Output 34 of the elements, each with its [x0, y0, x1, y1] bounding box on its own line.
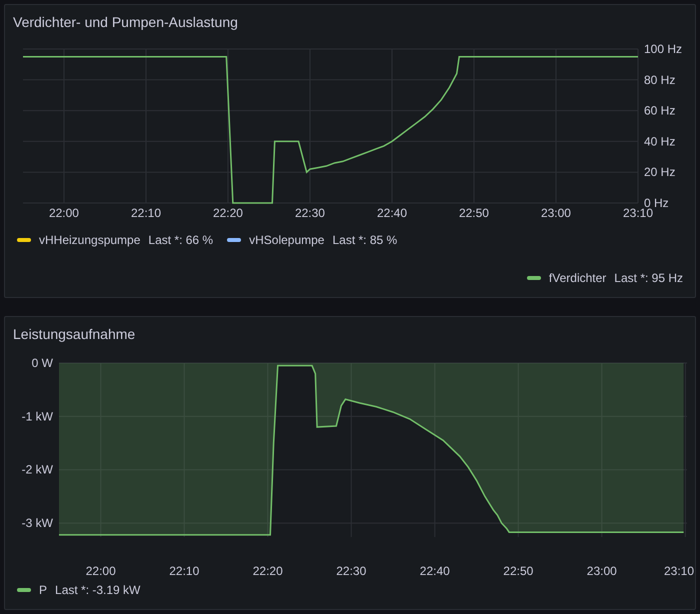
- axis-label: 0 W: [32, 356, 53, 370]
- axis-label: 22:30: [294, 206, 325, 220]
- axis-label: 22:20: [212, 206, 243, 220]
- legend-value: Last *: 95 Hz: [614, 270, 683, 287]
- legend-label[interactable]: fVerdichter: [548, 269, 606, 287]
- axis-label: -2 kW: [22, 462, 53, 477]
- legend-value: Last *: -3.19 kW: [55, 582, 140, 599]
- axis-label: 80 Hz: [644, 72, 676, 87]
- axis-label: 100 Hz: [644, 42, 682, 56]
- legend-label[interactable]: vHSolepumpe: [249, 231, 324, 249]
- legend-label[interactable]: vHHeizungspumpe: [39, 231, 140, 249]
- axis-label: 23:00: [586, 564, 617, 578]
- axis-label: 22:00: [86, 564, 116, 578]
- axis-label: -1 kW: [22, 409, 53, 424]
- axis-label: 22:20: [252, 564, 283, 578]
- axis-label: -3 kW: [22, 516, 53, 530]
- panel-title: Leistungsaufnahme: [13, 326, 136, 342]
- legend-value: Last *: 85 %: [332, 232, 398, 249]
- legend-value: Last *: 66 %: [148, 232, 214, 249]
- axis-label: 22:10: [130, 206, 162, 220]
- axis-label: 20 Hz: [644, 165, 676, 180]
- axis-label: 22:10: [169, 564, 200, 578]
- axis-label: 23:00: [540, 206, 571, 220]
- panel-title: Verdichter- und Pumpen-Auslastung: [13, 14, 238, 30]
- legend-label[interactable]: P: [39, 581, 48, 599]
- axis-label: 22:40: [420, 564, 450, 578]
- axis-label: 60 Hz: [644, 104, 676, 118]
- axis-label: 22:00: [48, 206, 79, 220]
- axis-label: 22:50: [503, 564, 534, 578]
- axis-label: 22:30: [336, 564, 366, 578]
- axis-label: 22:40: [376, 206, 408, 220]
- axis-label: 22:50: [458, 206, 489, 220]
- axis-label: 40 Hz: [644, 134, 676, 148]
- axis-label: 23:10: [664, 564, 694, 578]
